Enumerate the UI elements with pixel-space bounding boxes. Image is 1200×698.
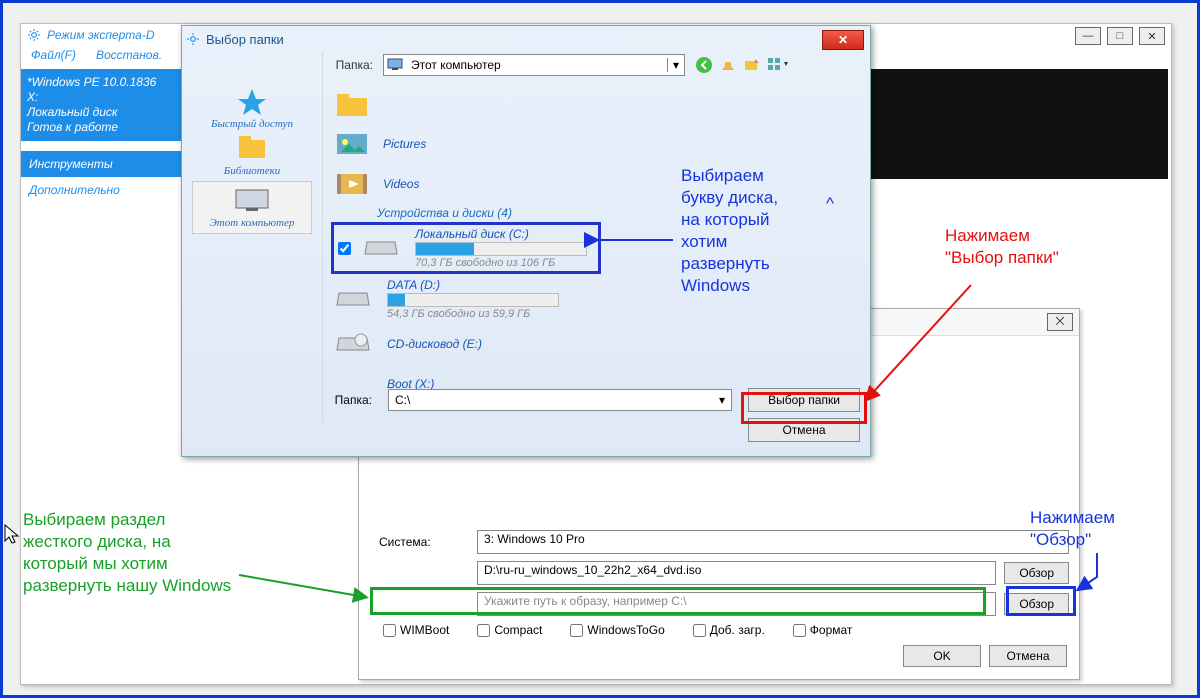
check-compact[interactable]: Compact: [477, 623, 542, 637]
arrow-to-select-button: [861, 281, 981, 411]
libraries-icon: [235, 134, 269, 162]
check-windowstogo[interactable]: WindowsToGo: [570, 623, 664, 637]
path-label: Папка:: [312, 393, 372, 407]
drive-icon: [335, 285, 371, 313]
this-pc-icon: [387, 58, 405, 72]
drive-e[interactable]: CD-дисковод (E:): [331, 324, 862, 364]
folder-picker-close-button[interactable]: ✕: [822, 30, 864, 50]
ok-button[interactable]: OK: [903, 645, 981, 667]
window-buttons: — □ ✕: [1075, 27, 1165, 45]
gear-icon: [186, 32, 200, 46]
cancel-button[interactable]: Отмена: [989, 645, 1067, 667]
drives-section-label: Устройства и диски (4): [377, 206, 862, 220]
check-wimboot[interactable]: WIMBoot: [383, 623, 449, 637]
tab-tools[interactable]: Инструменты: [21, 151, 181, 177]
arrow-to-drive: [588, 228, 678, 258]
highlight-select-folder: [741, 392, 867, 424]
highlight-target-input: [370, 587, 986, 615]
up-icon[interactable]: [719, 56, 737, 74]
videos-icon: [335, 170, 371, 198]
deploy-options: WIMBoot Compact WindowsToGo Доб. загр. Ф…: [369, 623, 1069, 637]
path-input[interactable]: C:\▾: [388, 389, 732, 411]
minimize-button[interactable]: —: [1075, 27, 1101, 45]
quick-access-icon: [235, 87, 269, 115]
place-quick-access[interactable]: Быстрый доступ: [211, 87, 293, 130]
chevron-down-icon[interactable]: ▾: [667, 58, 684, 72]
folder-label: Папка:: [293, 58, 373, 72]
drive-c[interactable]: Локальный диск (C:)70,3 ГБ свободно из 1…: [331, 222, 601, 274]
menu-file[interactable]: Файл(F): [31, 48, 76, 68]
folder-item-pictures[interactable]: Pictures: [331, 124, 862, 164]
drive-d[interactable]: DATA (D:)54,3 ГБ свободно из 59,9 ГБ: [331, 274, 862, 324]
arrow-to-browse: [1071, 551, 1111, 596]
dialog-close-button[interactable]: ⨉: [1047, 313, 1073, 331]
new-folder-icon[interactable]: [743, 56, 761, 74]
drive-icon: [363, 234, 399, 262]
folder-icon: [335, 90, 371, 118]
tab-advanced[interactable]: Дополнительно: [21, 177, 181, 203]
system-label: Система:: [369, 535, 469, 549]
annotation-press-select: Нажимаем "Выбор папки": [945, 225, 1059, 269]
browse-iso-button[interactable]: Обзор: [1004, 562, 1069, 584]
close-button[interactable]: ✕: [1139, 27, 1165, 45]
place-this-pc[interactable]: Этот компьютер: [192, 181, 312, 234]
cursor-icon: [3, 523, 21, 545]
arrow-to-target-input: [235, 569, 375, 609]
gear-icon: [27, 28, 41, 42]
annotation-choose-partition: Выбираем раздел жесткого диска, на котор…: [23, 509, 231, 597]
place-libraries[interactable]: Библиотеки: [224, 134, 281, 177]
drive-c-checkbox[interactable]: [338, 242, 351, 255]
folder-item-videos[interactable]: Videos: [331, 164, 862, 204]
folder-picker-title: Выбор папки: [182, 26, 870, 52]
maximize-button[interactable]: □: [1107, 27, 1133, 45]
check-format[interactable]: Формат: [793, 623, 853, 637]
annotation-caret: ^: [826, 193, 834, 215]
annotation-press-browse: Нажимаем "Обзор": [1030, 507, 1115, 551]
cd-drive-icon: [335, 330, 371, 358]
view-menu-icon[interactable]: [767, 56, 789, 74]
places-bar: Быстрый доступ Библиотеки Этот компьютер: [182, 52, 323, 422]
chevron-down-icon[interactable]: ▾: [719, 393, 725, 407]
folder-item[interactable]: [331, 84, 862, 124]
check-addboot[interactable]: Доб. загр.: [693, 623, 765, 637]
back-icon[interactable]: [695, 56, 713, 74]
annotation-choose-drive: Выбираем букву диска, на который хотим р…: [681, 165, 778, 297]
iso-path-input[interactable]: D:\ru-ru_windows_10_22h2_x64_dvd.iso: [477, 561, 996, 585]
highlight-browse-target: [1006, 586, 1076, 616]
this-pc-icon: [232, 186, 272, 214]
system-select[interactable]: 3: Windows 10 Pro: [477, 530, 1069, 554]
folder-combo[interactable]: Этот компьютер▾: [383, 54, 685, 76]
pictures-icon: [335, 130, 371, 158]
expert-info: *Windows PE 10.0.1836 X: Локальный диск …: [21, 69, 181, 141]
menu-restore[interactable]: Восстанов.: [96, 48, 162, 68]
